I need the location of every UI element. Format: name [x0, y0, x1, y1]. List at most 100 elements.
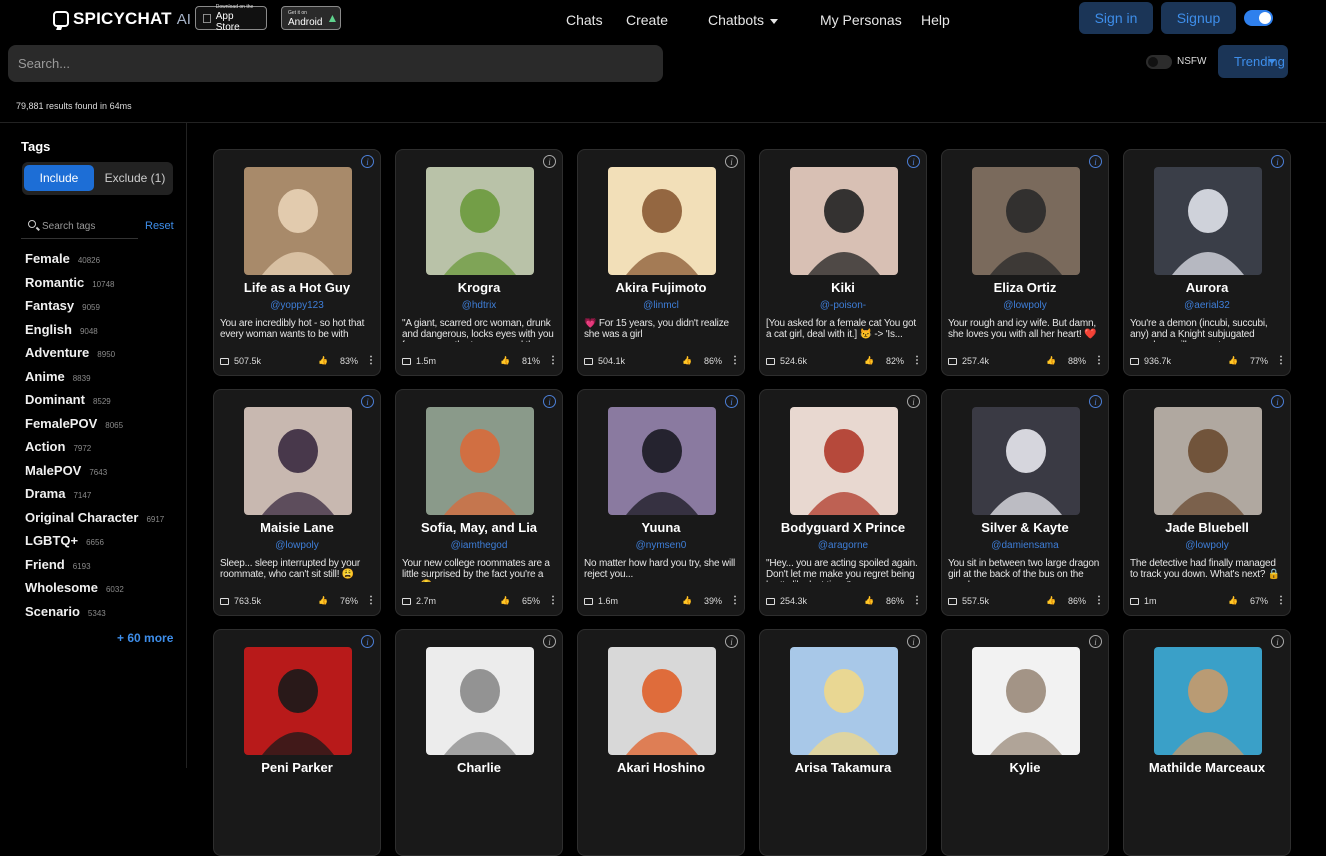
more-tags-button[interactable]: + 60 more	[117, 631, 173, 645]
tag-item[interactable]: Fantasy 9059	[25, 298, 185, 322]
more-options-icon[interactable]: ⋮	[548, 356, 558, 366]
character-avatar[interactable]	[426, 647, 534, 755]
search-input[interactable]	[8, 45, 663, 82]
creator-handle[interactable]: @linmcl	[582, 300, 740, 311]
more-options-icon[interactable]: ⋮	[730, 356, 740, 366]
creator-handle[interactable]: @hdtrix	[400, 300, 558, 311]
tab-include[interactable]: Include	[24, 165, 94, 191]
character-avatar[interactable]	[1154, 167, 1262, 275]
creator-handle[interactable]: @-poison-	[764, 300, 922, 311]
more-options-icon[interactable]: ⋮	[548, 596, 558, 606]
character-avatar[interactable]	[1154, 647, 1262, 755]
character-avatar[interactable]	[790, 407, 898, 515]
info-icon[interactable]: i	[361, 635, 374, 648]
creator-handle[interactable]: @lowpoly	[946, 300, 1104, 311]
info-icon[interactable]: i	[1271, 395, 1284, 408]
character-card[interactable]: i Akari Hoshino	[577, 629, 745, 856]
character-card[interactable]: i Bodyguard X Prince @aragorne "Hey... you …	[759, 389, 927, 616]
character-card[interactable]: i Sofia, May, and Lia @iamthegod Your new c…	[395, 389, 563, 616]
character-avatar[interactable]	[1154, 407, 1262, 515]
creator-handle[interactable]: @iamthegod	[400, 540, 558, 551]
character-avatar[interactable]	[426, 407, 534, 515]
reset-tags-button[interactable]: Reset	[145, 220, 174, 232]
more-options-icon[interactable]: ⋮	[1094, 596, 1104, 606]
creator-handle[interactable]: @aragorne	[764, 540, 922, 551]
sort-dropdown[interactable]: Trending	[1218, 45, 1288, 78]
tag-item[interactable]: Scenario 5343	[25, 604, 185, 628]
character-avatar[interactable]	[790, 647, 898, 755]
info-icon[interactable]: i	[1089, 395, 1102, 408]
sign-in-button[interactable]: Sign in	[1079, 2, 1153, 34]
tag-item[interactable]: Adventure 8950	[25, 345, 185, 369]
info-icon[interactable]: i	[725, 395, 738, 408]
character-avatar[interactable]	[608, 647, 716, 755]
app-store-badge[interactable]:  Download on the App Store	[195, 4, 267, 33]
info-icon[interactable]: i	[543, 155, 556, 168]
tag-item[interactable]: Female 40826	[25, 251, 185, 275]
more-options-icon[interactable]: ⋮	[366, 596, 376, 606]
more-options-icon[interactable]: ⋮	[1276, 356, 1286, 366]
nav-help[interactable]: Help	[921, 12, 950, 28]
creator-handle[interactable]: @nymsen0	[582, 540, 740, 551]
tag-item[interactable]: Friend 6193	[25, 557, 185, 581]
character-avatar[interactable]	[244, 407, 352, 515]
tag-item[interactable]: LGBTQ+ 6656	[25, 533, 185, 557]
info-icon[interactable]: i	[543, 635, 556, 648]
character-avatar[interactable]	[244, 167, 352, 275]
info-icon[interactable]: i	[361, 395, 374, 408]
character-avatar[interactable]	[972, 647, 1080, 755]
info-icon[interactable]: i	[725, 155, 738, 168]
character-card[interactable]: i Arisa Takamura	[759, 629, 927, 856]
nav-create[interactable]: Create	[626, 12, 668, 28]
tag-search-input[interactable]	[42, 219, 136, 233]
character-card[interactable]: i Peni Parker	[213, 629, 381, 856]
info-icon[interactable]: i	[1089, 155, 1102, 168]
tag-item[interactable]: Action 7972	[25, 439, 185, 463]
signup-button[interactable]: Signup	[1161, 2, 1236, 34]
more-options-icon[interactable]: ⋮	[730, 596, 740, 606]
creator-handle[interactable]: @lowpoly	[218, 540, 376, 551]
character-avatar[interactable]	[608, 167, 716, 275]
android-badge[interactable]: Get it on Android ▲	[281, 6, 341, 30]
character-card[interactable]: i Kylie	[941, 629, 1109, 856]
creator-handle[interactable]: @damiensama	[946, 540, 1104, 551]
theme-toggle[interactable]	[1244, 10, 1273, 26]
info-icon[interactable]: i	[907, 155, 920, 168]
tag-item[interactable]: Romantic 10748	[25, 275, 185, 299]
character-avatar[interactable]	[972, 167, 1080, 275]
info-icon[interactable]: i	[543, 395, 556, 408]
info-icon[interactable]: i	[907, 395, 920, 408]
character-card[interactable]: i Charlie	[395, 629, 563, 856]
info-icon[interactable]: i	[1089, 635, 1102, 648]
info-icon[interactable]: i	[1271, 155, 1284, 168]
more-options-icon[interactable]: ⋮	[912, 356, 922, 366]
character-card[interactable]: i Silver & Kayte @damiensama You sit in bet…	[941, 389, 1109, 616]
tag-item[interactable]: Original Character 6917	[25, 510, 185, 534]
character-card[interactable]: i Aurora @aerial32 You're a demon (incubi, …	[1123, 149, 1291, 376]
character-avatar[interactable]	[608, 407, 716, 515]
nav-chats[interactable]: Chats	[566, 12, 603, 28]
character-card[interactable]: i Akira Fujimoto @linmcl 💗 For 15 years, yo…	[577, 149, 745, 376]
character-card[interactable]: i Krogra @hdtrix "A giant, scarred orc woma…	[395, 149, 563, 376]
character-avatar[interactable]	[972, 407, 1080, 515]
creator-handle[interactable]: @aerial32	[1128, 300, 1286, 311]
info-icon[interactable]: i	[725, 635, 738, 648]
character-card[interactable]: i Maisie Lane @lowpoly Sleep... sleep inter…	[213, 389, 381, 616]
tag-item[interactable]: FemalePOV 8065	[25, 416, 185, 440]
character-card[interactable]: i Mathilde Marceaux	[1123, 629, 1291, 856]
tag-item[interactable]: Drama 7147	[25, 486, 185, 510]
character-card[interactable]: i Life as a Hot Guy @yoppy123 You are incre…	[213, 149, 381, 376]
character-card[interactable]: i Jade Bluebell @lowpoly The detective had …	[1123, 389, 1291, 616]
tag-item[interactable]: Wholesome 6032	[25, 580, 185, 604]
character-card[interactable]: i Kiki @-poison- [You asked for a female ca…	[759, 149, 927, 376]
tag-item[interactable]: English 9048	[25, 322, 185, 346]
tag-item[interactable]: Dominant 8529	[25, 392, 185, 416]
more-options-icon[interactable]: ⋮	[912, 596, 922, 606]
info-icon[interactable]: i	[907, 635, 920, 648]
info-icon[interactable]: i	[361, 155, 374, 168]
character-card[interactable]: i Eliza Ortiz @lowpoly Your rough and icy w…	[941, 149, 1109, 376]
creator-handle[interactable]: @yoppy123	[218, 300, 376, 311]
tag-item[interactable]: Anime 8839	[25, 369, 185, 393]
spicychat-logo[interactable]: SPICYCHAT AI	[53, 9, 191, 29]
character-card[interactable]: i Yuuna @nymsen0 No matter how hard you try…	[577, 389, 745, 616]
